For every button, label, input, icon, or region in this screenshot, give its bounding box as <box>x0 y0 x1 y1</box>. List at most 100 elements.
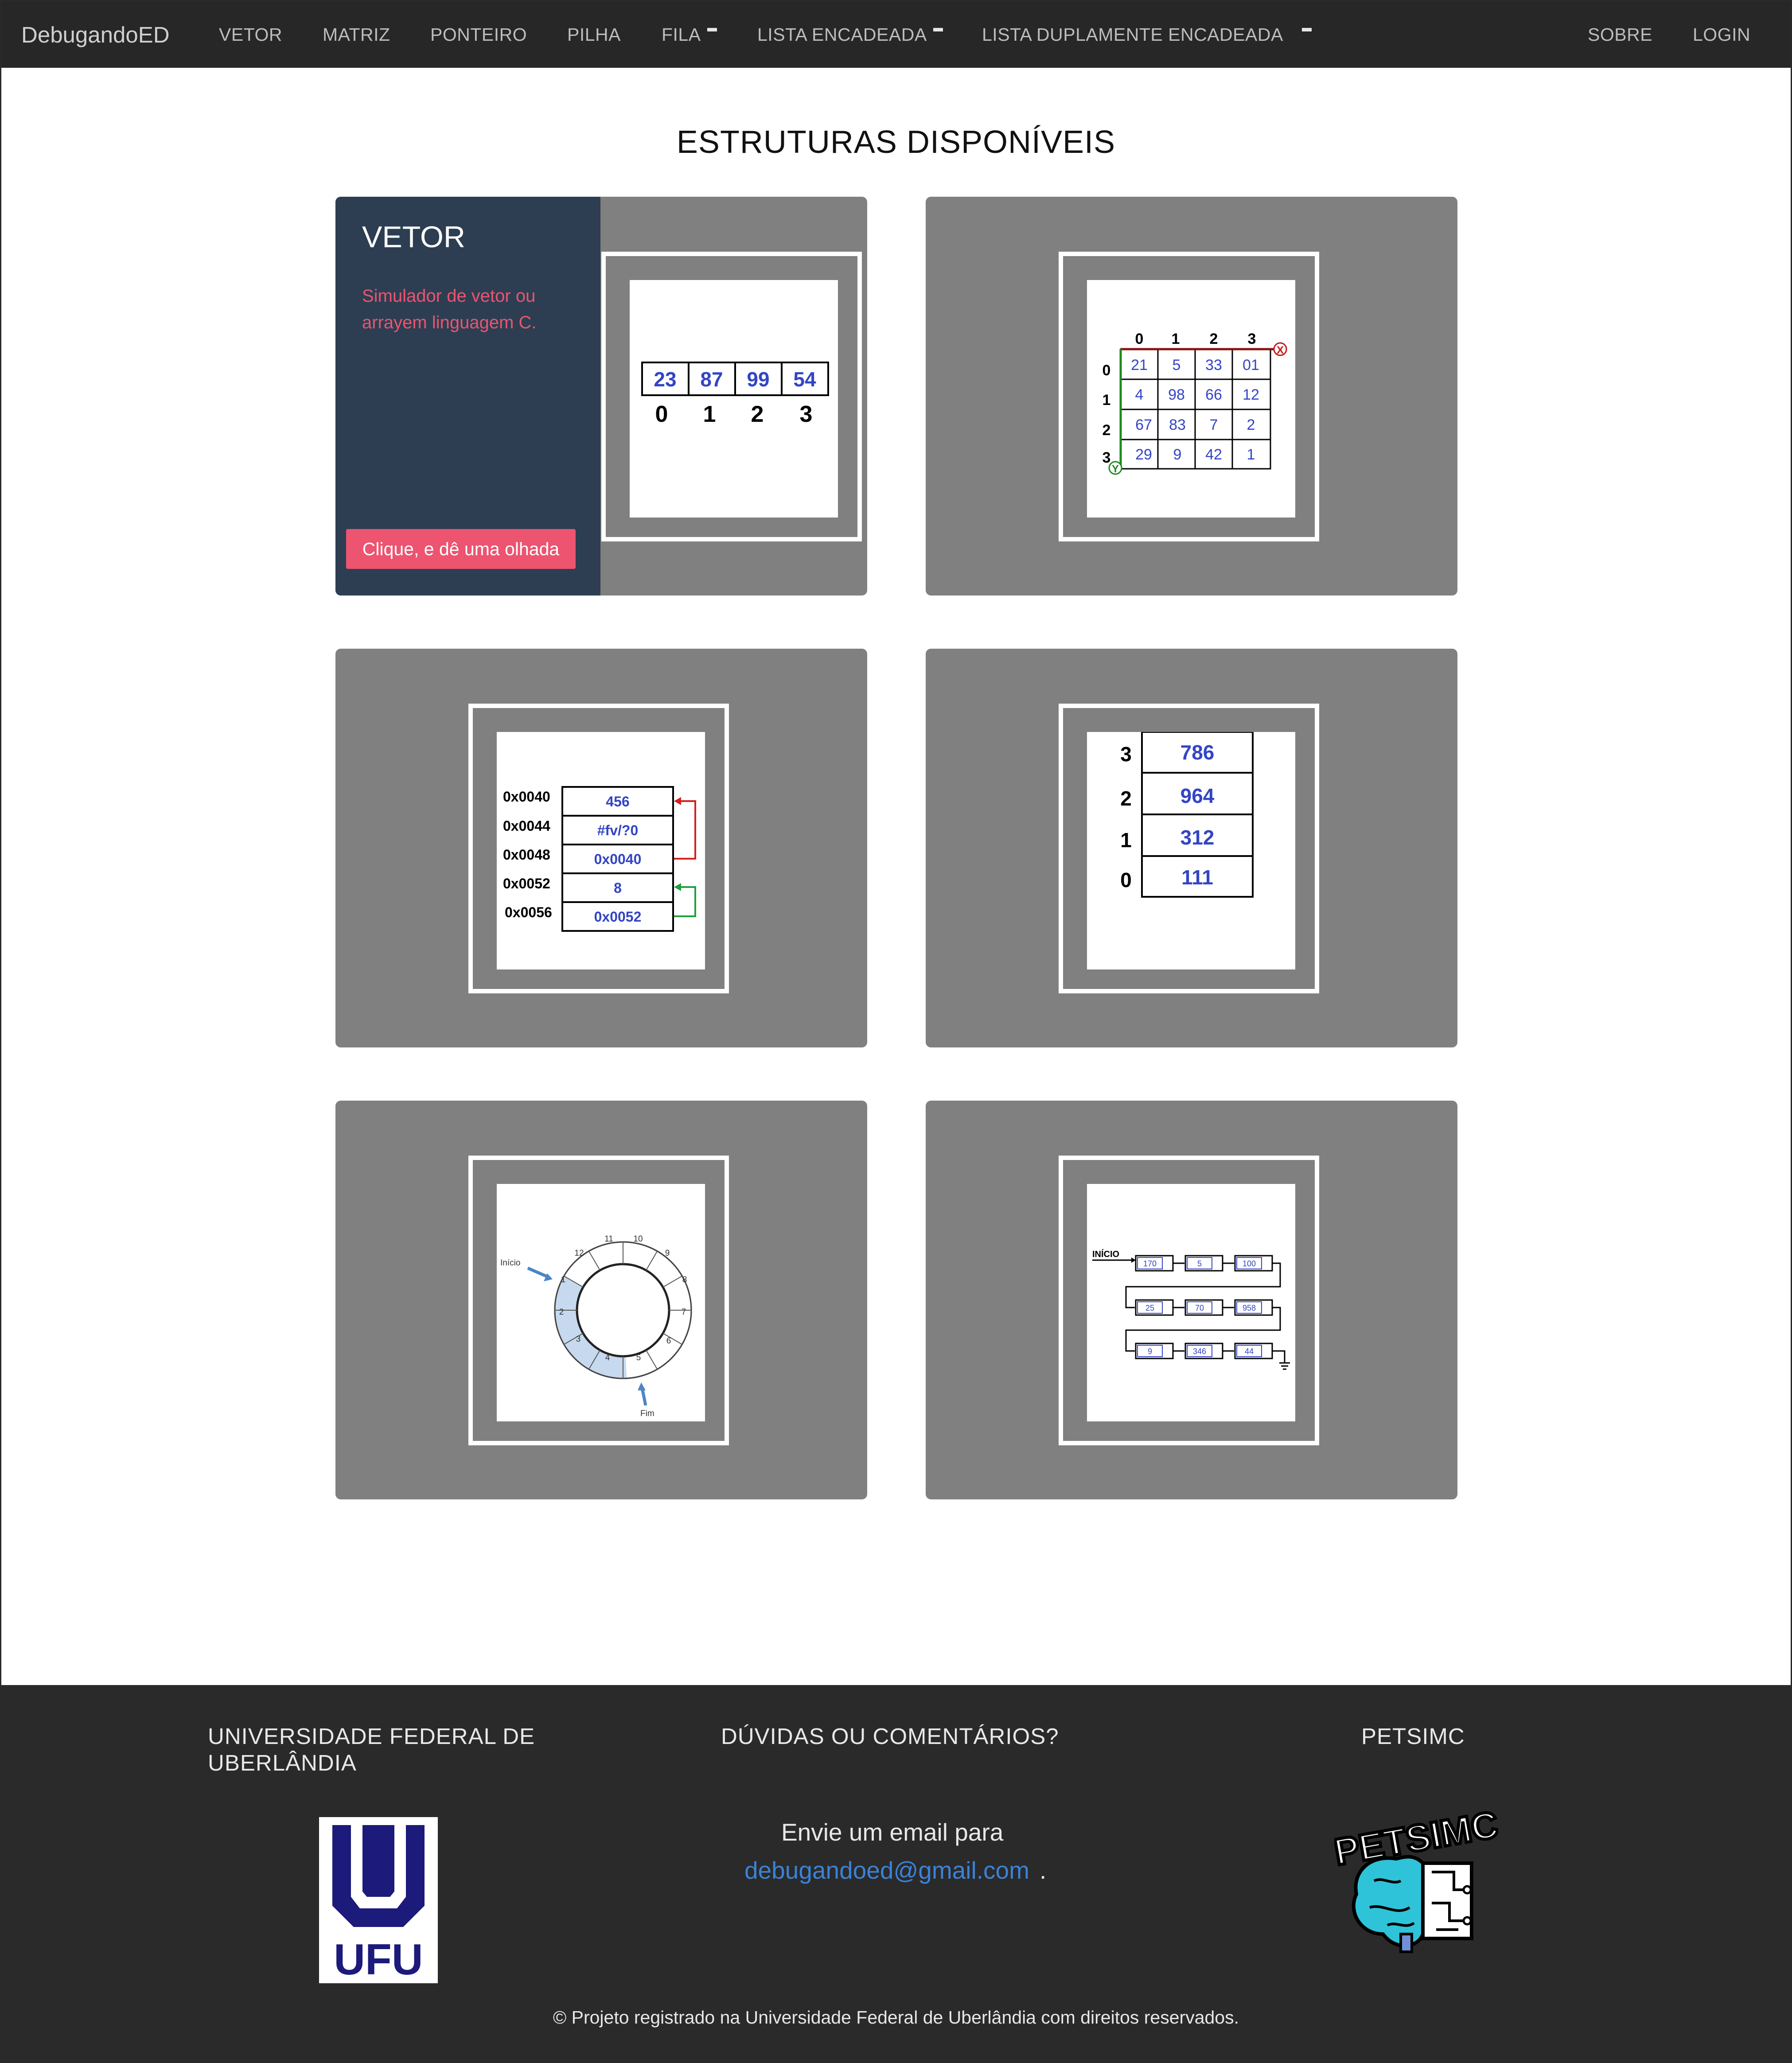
matriz-row-header: 0 <box>1102 362 1111 379</box>
matriz-cell: 67 <box>1135 416 1152 433</box>
nav-lista-encadeada[interactable]: LISTA ENCADEADA <box>757 24 943 45</box>
footer-university-title-line1: UNIVERSIDADE FEDERAL DE <box>208 1724 535 1749</box>
fila-slot-label: 8 <box>682 1275 687 1285</box>
vetor-index: 1 <box>703 401 716 427</box>
nav-ponteiro[interactable]: PONTEIRO <box>430 24 527 45</box>
matriz-row-header: 3 <box>1102 449 1111 466</box>
matriz-cell: 66 <box>1205 386 1222 403</box>
fila-end-label: Fim <box>640 1409 654 1418</box>
footer-university-title: UNIVERSIDADE FEDERAL DE UBERLÂNDIA <box>208 1723 535 1776</box>
dropdown-caret-icon <box>1301 28 1312 31</box>
nav-sobre[interactable]: SOBRE <box>1588 24 1652 45</box>
footer-petsimc-title: PETSIMC <box>1361 1724 1465 1749</box>
fila-slot-label: 6 <box>666 1336 671 1346</box>
card-open-button[interactable]: Clique, e dê uma olhada <box>346 529 576 569</box>
matriz-cell: 29 <box>1135 446 1152 463</box>
card-thumbnail: 0 1 2 3 0 1 2 3 X Y 21 5 33 01 4 98 66 1… <box>1059 252 1319 541</box>
ufu-logo-text: UFU <box>334 1935 423 1983</box>
footer-email-intro: Envie um email para <box>781 1818 1004 1846</box>
matriz-cell: 21 <box>1131 357 1148 374</box>
fila-slot-label: 1 <box>561 1275 566 1285</box>
footer: UNIVERSIDADE FEDERAL DE UBERLÂNDIA UFU D… <box>1 1685 1791 2062</box>
lista-node-value: 958 <box>1243 1304 1256 1312</box>
fila-slot-label: 12 <box>574 1249 584 1258</box>
matriz-cell: 5 <box>1173 357 1181 374</box>
footer-email-suffix: . <box>1040 1857 1047 1884</box>
ponteiro-diagram: 0x0040 0x0044 0x0048 0x0052 0x0056 456 #… <box>503 786 696 932</box>
pilha-index: 0 <box>1120 868 1132 891</box>
footer-contact-title: DÚVIDAS OU COMENTÁRIOS? <box>721 1724 1059 1749</box>
matriz-col-header: 0 <box>1135 331 1144 347</box>
ponteiro-value: #fv/?0 <box>597 822 638 838</box>
matriz-cell: 9 <box>1173 446 1182 463</box>
ponteiro-value: 456 <box>606 794 629 810</box>
ponteiro-address: 0x0044 <box>503 818 550 834</box>
ponteiro-value: 0x0040 <box>594 851 642 867</box>
lista-node-value: 9 <box>1148 1347 1152 1356</box>
footer-university-title-line2: UBERLÂNDIA <box>208 1750 357 1775</box>
fila-slot-label: 9 <box>665 1249 670 1258</box>
nav-pilha[interactable]: PILHA <box>567 24 621 45</box>
vetor-index: 3 <box>800 401 813 427</box>
card-lista-encadeada[interactable]: INÍCIO 170 5 100 25 70 958 9 346 44 <box>926 1101 1457 1499</box>
pilha-index: 3 <box>1120 743 1132 766</box>
fila-circular-diagram: 1 2 3 4 5 6 7 8 9 10 11 12 Início Fim <box>500 1234 692 1418</box>
card-ponteiro[interactable]: 0x0040 0x0044 0x0048 0x0052 0x0056 456 #… <box>335 649 867 1047</box>
pilha-diagram: 3 2 1 0 786 964 312 111 <box>1120 731 1254 898</box>
nav-lista-duplamente-encadeada[interactable]: LISTA DUPLAMENTE ENCADEADA <box>982 24 1312 45</box>
brand-link[interactable]: DebugandoED <box>21 22 170 48</box>
vetor-diagram: 23 87 99 54 0 1 2 3 <box>641 362 829 427</box>
ponteiro-address: 0x0052 <box>503 876 550 891</box>
nav-login[interactable]: LOGIN <box>1693 24 1750 45</box>
pilha-index: 1 <box>1120 829 1132 852</box>
footer-copyright: © Projeto registrado na Universidade Fed… <box>553 2007 1239 2028</box>
matriz-cell: 1 <box>1247 446 1255 463</box>
ufu-logo: UFU <box>319 1817 438 1983</box>
matriz-y-axis-label: Y <box>1112 463 1119 475</box>
matriz-col-header: 2 <box>1210 331 1218 347</box>
matriz-cell: 83 <box>1169 416 1186 433</box>
card-pilha[interactable]: 3 2 1 0 786 964 312 111 <box>926 649 1457 1047</box>
footer-email-link[interactable]: debugandoed@gmail.com <box>744 1856 1029 1884</box>
card-thumbnail: INÍCIO 170 5 100 25 70 958 9 346 44 <box>1059 1156 1319 1445</box>
lista-start-label: INÍCIO <box>1092 1249 1119 1259</box>
vetor-index: 2 <box>751 401 764 427</box>
matriz-col-header: 1 <box>1172 331 1180 347</box>
card-thumbnail: 1 2 3 4 5 6 7 8 9 10 11 12 Início Fim <box>468 1156 729 1445</box>
matriz-cell: 2 <box>1247 416 1255 433</box>
nav-fila[interactable]: FILA <box>662 24 717 45</box>
matriz-row-header: 2 <box>1102 422 1111 439</box>
matriz-cell: 12 <box>1243 386 1259 403</box>
pilha-value: 964 <box>1180 784 1215 807</box>
lista-node-value: 44 <box>1245 1347 1254 1356</box>
card-fila[interactable]: 1 2 3 4 5 6 7 8 9 10 11 12 Início Fim <box>335 1101 867 1499</box>
vetor-value: 23 <box>654 368 676 391</box>
vetor-value: 54 <box>793 368 816 391</box>
lista-node-value: 346 <box>1193 1347 1206 1356</box>
card-description: Simulador de vetor ou arrayem linguagem … <box>362 286 537 332</box>
matriz-x-axis-label: X <box>1277 344 1284 356</box>
fila-slot-label: 7 <box>682 1308 686 1317</box>
vetor-index: 0 <box>655 401 668 427</box>
nav-fila-label: FILA <box>662 24 701 45</box>
vetor-value: 99 <box>747 368 769 391</box>
fila-slot-label: 5 <box>636 1353 641 1362</box>
nav-matriz[interactable]: MATRIZ <box>323 24 390 45</box>
lista-node-value: 25 <box>1145 1304 1154 1312</box>
page-title: ESTRUTURAS DISPONÍVEIS <box>676 125 1116 160</box>
matriz-row-header: 1 <box>1102 392 1111 409</box>
petsimc-logo: PETSIMC <box>1334 1802 1498 1953</box>
nav-vetor[interactable]: VETOR <box>219 24 282 45</box>
nav-lista-duplamente-encadeada-label: LISTA DUPLAMENTE ENCADEADA <box>982 24 1283 45</box>
matriz-diagram: 0 1 2 3 0 1 2 3 X Y 21 5 33 01 4 98 66 1… <box>1102 331 1287 475</box>
navbar: DebugandoED VETOR MATRIZ PONTEIRO PILHA … <box>1 1 1791 68</box>
lista-node-value: 5 <box>1197 1259 1202 1268</box>
matriz-cell: 4 <box>1135 386 1144 403</box>
card-matriz[interactable]: 0 1 2 3 0 1 2 3 X Y 21 5 33 01 4 98 66 1… <box>926 197 1457 596</box>
ponteiro-value: 0x0052 <box>594 909 642 925</box>
lista-encadeada-diagram: INÍCIO 170 5 100 25 70 958 9 346 44 <box>1092 1249 1290 1370</box>
card-vetor[interactable]: 23 87 99 54 0 1 2 3 VETOR Simulador de v… <box>335 197 867 596</box>
fila-slot-label: 4 <box>605 1353 610 1362</box>
ponteiro-address: 0x0040 <box>503 789 550 805</box>
card-thumbnail: 0x0040 0x0044 0x0048 0x0052 0x0056 456 #… <box>468 704 729 993</box>
